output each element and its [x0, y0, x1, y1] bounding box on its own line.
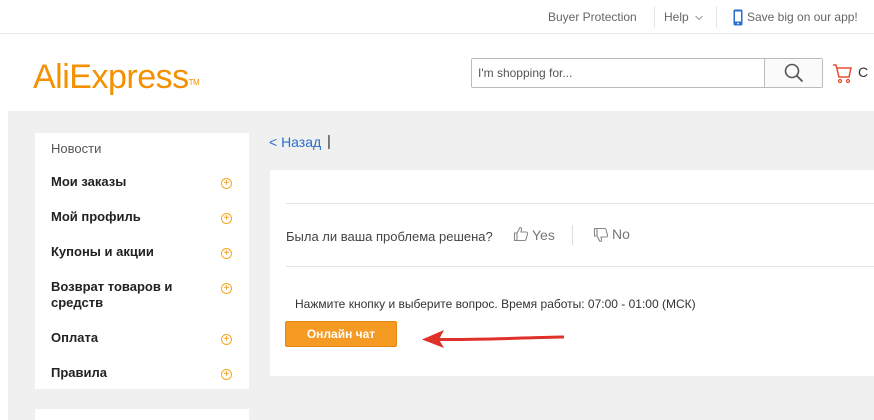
help-sidebar: Новости Мои заказы + Мой профиль + Купон…	[35, 133, 249, 389]
search-input[interactable]	[472, 59, 764, 87]
yes-label: Yes	[532, 227, 555, 243]
expand-plus-icon[interactable]: +	[221, 283, 232, 294]
sidebar-item-coupons[interactable]: Купоны и акции	[51, 244, 154, 260]
cart-label[interactable]: C	[858, 64, 868, 80]
cart-icon[interactable]	[832, 62, 852, 84]
online-chat-button[interactable]: Онлайн чат	[285, 321, 397, 347]
feedback-yes-button[interactable]: Yes	[513, 226, 555, 243]
sidebar-item-returns[interactable]: Возврат товаров и средств	[51, 279, 201, 311]
expand-plus-icon[interactable]: +	[221, 248, 232, 259]
no-label: No	[612, 226, 630, 242]
back-link[interactable]: < Назад	[269, 134, 321, 150]
thumbs-down-icon	[593, 227, 609, 243]
aliexpress-logo[interactable]: AliExpressTM	[33, 57, 200, 97]
expand-plus-icon[interactable]: +	[221, 334, 232, 345]
phone-icon	[733, 9, 743, 26]
feedback-divider	[572, 225, 573, 245]
help-menu[interactable]: Help	[664, 0, 703, 34]
search-icon	[784, 63, 804, 83]
divider	[286, 203, 874, 204]
buyer-protection-link[interactable]: Buyer Protection	[548, 0, 637, 34]
topbar-divider	[654, 6, 655, 28]
chevron-down-icon	[695, 15, 703, 21]
search-button[interactable]	[764, 59, 822, 87]
expand-plus-icon[interactable]: +	[221, 178, 232, 189]
site-header: AliExpressTM C	[0, 35, 874, 111]
feedback-no-button[interactable]: No	[593, 226, 630, 243]
thumbs-up-icon	[513, 226, 529, 242]
topbar-divider	[716, 6, 717, 28]
sidebar-item-news[interactable]: Новости	[51, 141, 101, 156]
feedback-question: Была ли ваша проблема решена?	[286, 229, 493, 244]
top-utility-bar: Buyer Protection Help Save big on our ap…	[0, 0, 874, 34]
sidebar-item-my-orders[interactable]: Мои заказы	[51, 174, 126, 190]
divider	[286, 266, 874, 267]
sidebar-secondary-panel	[35, 409, 249, 420]
sidebar-item-my-profile[interactable]: Мой профиль	[51, 209, 141, 225]
logo-text: AliExpress	[33, 58, 189, 96]
app-promo-link[interactable]: Save big on our app!	[733, 0, 858, 34]
expand-plus-icon[interactable]: +	[221, 213, 232, 224]
help-label: Help	[664, 10, 689, 24]
sidebar-item-payment[interactable]: Оплата	[51, 330, 98, 346]
search-bar	[471, 58, 823, 88]
breadcrumb-separator: |	[327, 133, 331, 150]
app-promo-label: Save big on our app!	[747, 10, 858, 24]
chat-instructions: Нажмите кнопку и выберите вопрос. Время …	[295, 297, 696, 311]
logo-trademark: TM	[188, 78, 200, 87]
red-arrow-annotation	[422, 330, 564, 348]
expand-plus-icon[interactable]: +	[221, 369, 232, 380]
sidebar-item-rules[interactable]: Правила	[51, 365, 107, 381]
